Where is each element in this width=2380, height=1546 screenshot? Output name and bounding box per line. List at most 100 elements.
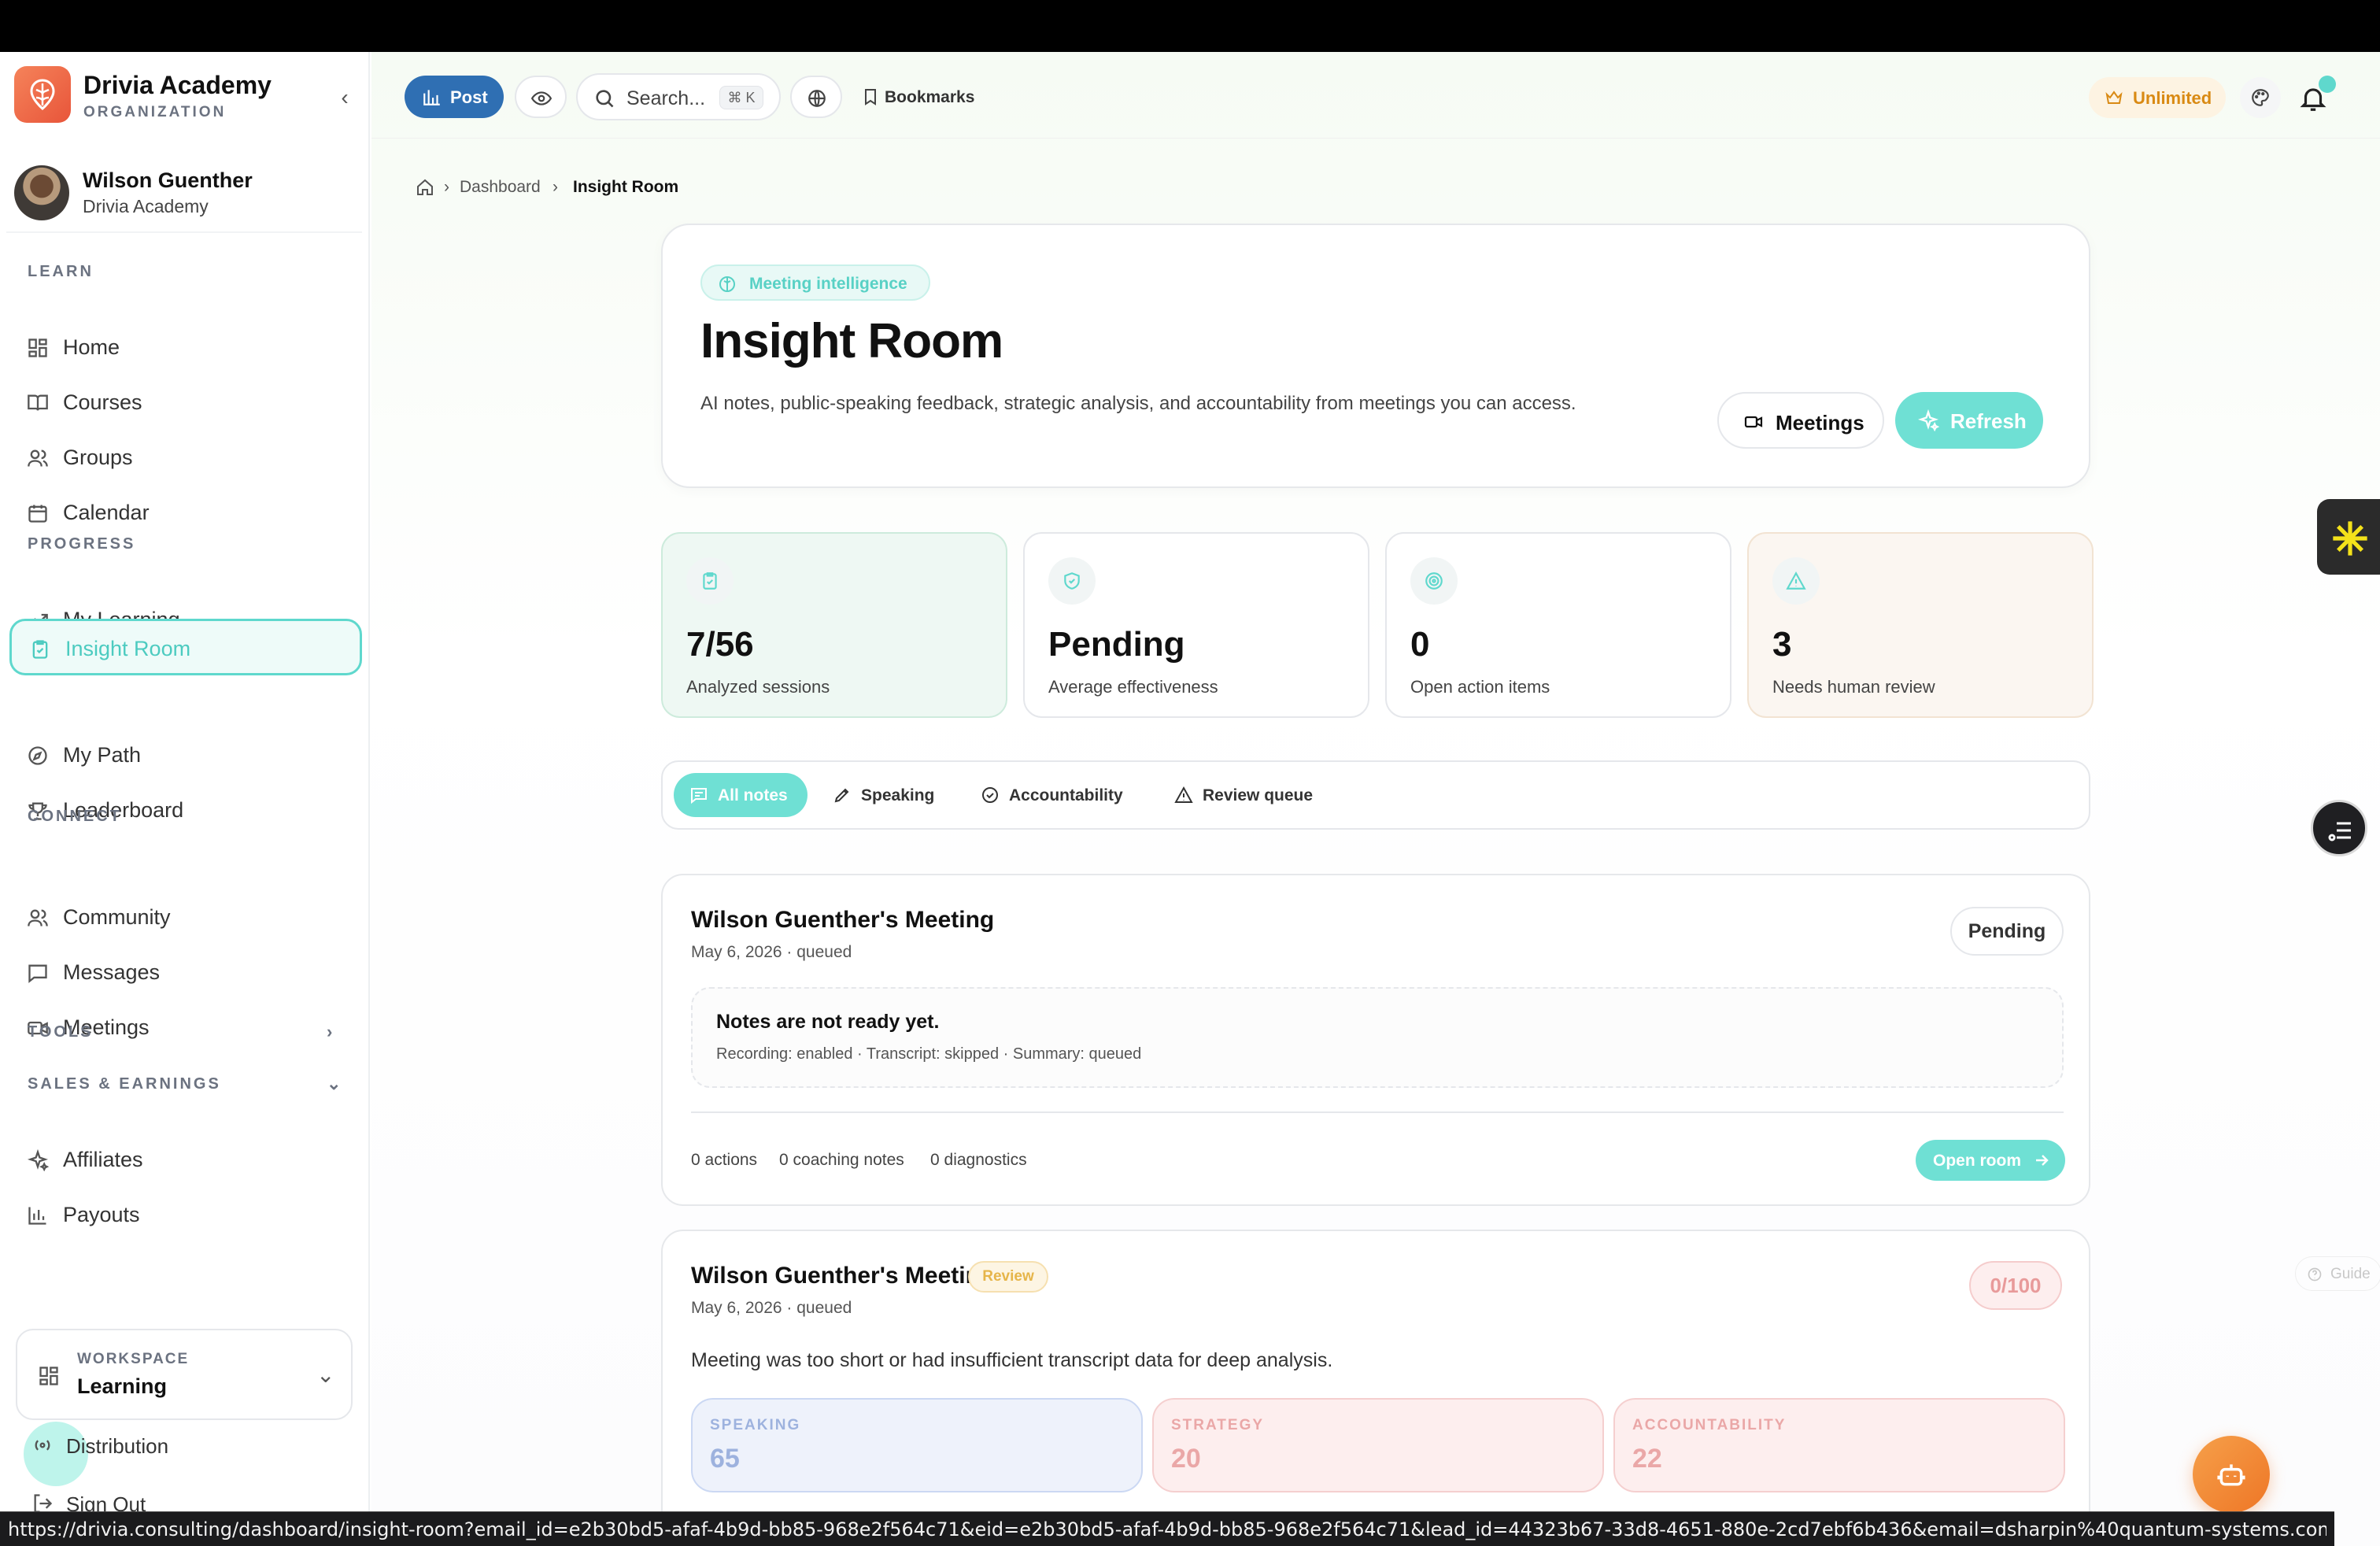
brand-logo-icon (14, 66, 71, 123)
tab-accountability[interactable]: Accountability (965, 773, 1149, 817)
ai-assistant-button[interactable] (2193, 1436, 2270, 1513)
globe-icon (808, 90, 826, 107)
open-room-label: Open room (1933, 1152, 2022, 1170)
tab-label: Speaking (861, 786, 935, 804)
notes-status: Recording: enabled · Transcript: skipped… (716, 1045, 1142, 1063)
task-list-button[interactable] (2311, 800, 2367, 856)
plan-badge[interactable]: Unlimited (2089, 77, 2226, 118)
open-room-button[interactable]: Open room (1916, 1140, 2065, 1181)
guide-button[interactable]: Guide (2295, 1256, 2380, 1291)
chevron-down-icon: ⌄ (316, 1363, 335, 1387)
stat-label: Analyzed sessions (686, 677, 830, 697)
meeting-card[interactable]: Wilson Guenther's Meeting May 6, 2026 · … (661, 874, 2090, 1206)
grid-icon (39, 1367, 58, 1385)
sidebar-item-label: My Path (63, 743, 142, 767)
breadcrumb-dashboard[interactable]: Dashboard (460, 178, 541, 197)
search-input[interactable]: Search... ⌘ K (576, 73, 781, 120)
meetings-button[interactable]: Meetings (1717, 392, 1884, 449)
sidebar-item-label: Calendar (63, 501, 150, 524)
sidebar-item-label: Affiliates (63, 1148, 143, 1171)
notification-dot (2319, 76, 2336, 93)
book-open-icon (28, 394, 48, 411)
alert-triangle-icon (1772, 557, 1820, 605)
user-card[interactable]: Wilson Guenther Drivia Academy (6, 148, 362, 233)
tab-label: All notes (718, 786, 788, 804)
clipboard-check-icon (32, 640, 48, 659)
tab-review-queue[interactable]: Review queue (1159, 773, 1333, 817)
sidebar-item-home[interactable]: Home (9, 320, 362, 376)
widget-launcher[interactable] (2317, 499, 2380, 575)
sidebar-item-groups[interactable]: Groups (9, 430, 362, 486)
sidebar-item-affiliates[interactable]: Affiliates (9, 1132, 362, 1189)
message-square-icon (691, 788, 707, 804)
refresh-button[interactable]: Refresh (1895, 392, 2043, 449)
hero-card: Meeting intelligence Insight Room AI not… (661, 224, 2090, 488)
main-content: Post Search... ⌘ K Bookmarks Unlimited ›… (371, 52, 2380, 1546)
chevron-right-icon: › (327, 1022, 333, 1041)
notifications-button[interactable] (2292, 76, 2336, 120)
stat-label: Open action items (1410, 677, 1550, 697)
calendar-icon (28, 505, 47, 523)
sparkles-icon (27, 1149, 49, 1171)
crown-icon (2105, 91, 2123, 104)
nav-section-sales[interactable]: SALES & EARNINGS ⌄ (28, 1074, 341, 1093)
post-button[interactable]: Post (405, 76, 504, 118)
language-button[interactable] (790, 76, 842, 118)
page-title: Insight Room (700, 314, 1003, 368)
video-icon (1744, 416, 1763, 428)
home-icon[interactable] (416, 178, 434, 202)
sidebar-item-courses[interactable]: Courses (9, 375, 362, 431)
sidebar-item-insight-room[interactable]: Insight Room (9, 619, 362, 675)
theme-button[interactable] (2240, 77, 2281, 118)
metric-accountability: ACCOUNTABILITY 22 (1613, 1398, 2065, 1492)
meeting-meta: May 6, 2026 · queued (691, 1299, 852, 1317)
page-description: AI notes, public-speaking feedback, stra… (700, 393, 1576, 414)
refresh-button-label: Refresh (1950, 409, 2027, 433)
metric-value: 20 (1171, 1444, 1201, 1474)
divider (691, 1111, 2064, 1113)
sidebar-item-label: Messages (63, 960, 161, 984)
preview-button[interactable] (515, 76, 567, 118)
sidebar-item-label: Groups (63, 446, 133, 469)
alert-triangle-icon (1174, 786, 1193, 803)
meeting-card[interactable]: Wilson Guenther's Meeting Review May 6, … (661, 1230, 2090, 1546)
tab-all-notes[interactable]: All notes (674, 773, 808, 817)
nav-section-learn: LEARN (28, 263, 94, 280)
bookmark-icon (865, 89, 876, 105)
sidebar-item-calendar[interactable]: Calendar (9, 485, 362, 542)
nav-section-label: SALES & EARNINGS (28, 1075, 221, 1093)
meeting-intelligence-chip: Meeting intelligence (700, 264, 930, 301)
review-badge: Review (968, 1261, 1048, 1293)
diagnostics-count: 0 diagnostics (930, 1151, 1027, 1169)
sidebar-item-label: Payouts (63, 1203, 140, 1226)
collapse-sidebar-icon[interactable]: ‹ (329, 82, 360, 113)
status-badge: Pending (1950, 907, 2064, 956)
workspace-label: WORKSPACE (77, 1351, 190, 1367)
tab-speaking[interactable]: Speaking (817, 773, 955, 817)
bookmarks-button[interactable]: Bookmarks (853, 76, 987, 118)
sidebar-item-label: Insight Room (65, 637, 191, 660)
sidebar-item-my-path[interactable]: My Path (9, 727, 362, 784)
top-header: Post Search... ⌘ K Bookmarks Unlimited (371, 52, 2380, 139)
notes-title: Notes are not ready yet. (716, 1011, 940, 1033)
meeting-meta: May 6, 2026 · queued (691, 943, 852, 961)
sidebar-item-messages[interactable]: Messages (9, 945, 362, 1001)
nav-section-tools[interactable]: TOOLS › (28, 1022, 332, 1041)
pen-icon (834, 788, 849, 803)
nav-section-connect: CONNECT (28, 808, 122, 825)
user-name: Wilson Guenther (83, 168, 253, 192)
search-icon (596, 90, 614, 108)
status-url: https://drivia.consulting/dashboard/insi… (8, 1518, 2326, 1540)
workspace-selector[interactable]: WORKSPACE Learning ⌄ (16, 1329, 353, 1420)
metric-value: 22 (1632, 1444, 1662, 1474)
post-label: Post (450, 87, 488, 107)
sidebar-item-payouts[interactable]: Payouts (9, 1187, 362, 1244)
meeting-description: Meeting was too short or had insufficien… (691, 1349, 1333, 1371)
brand[interactable]: Drivia Academy ORGANIZATION ‹ (14, 66, 360, 134)
stat-value: 0 (1410, 625, 1430, 664)
meetings-button-label: Meetings (1776, 411, 1864, 435)
notes-placeholder: Notes are not ready yet. Recording: enab… (691, 987, 2064, 1088)
sidebar-item-community[interactable]: Community (9, 890, 362, 946)
sidebar-item-distribution[interactable]: Distribution (31, 1434, 168, 1462)
stat-value: Pending (1048, 625, 1185, 664)
